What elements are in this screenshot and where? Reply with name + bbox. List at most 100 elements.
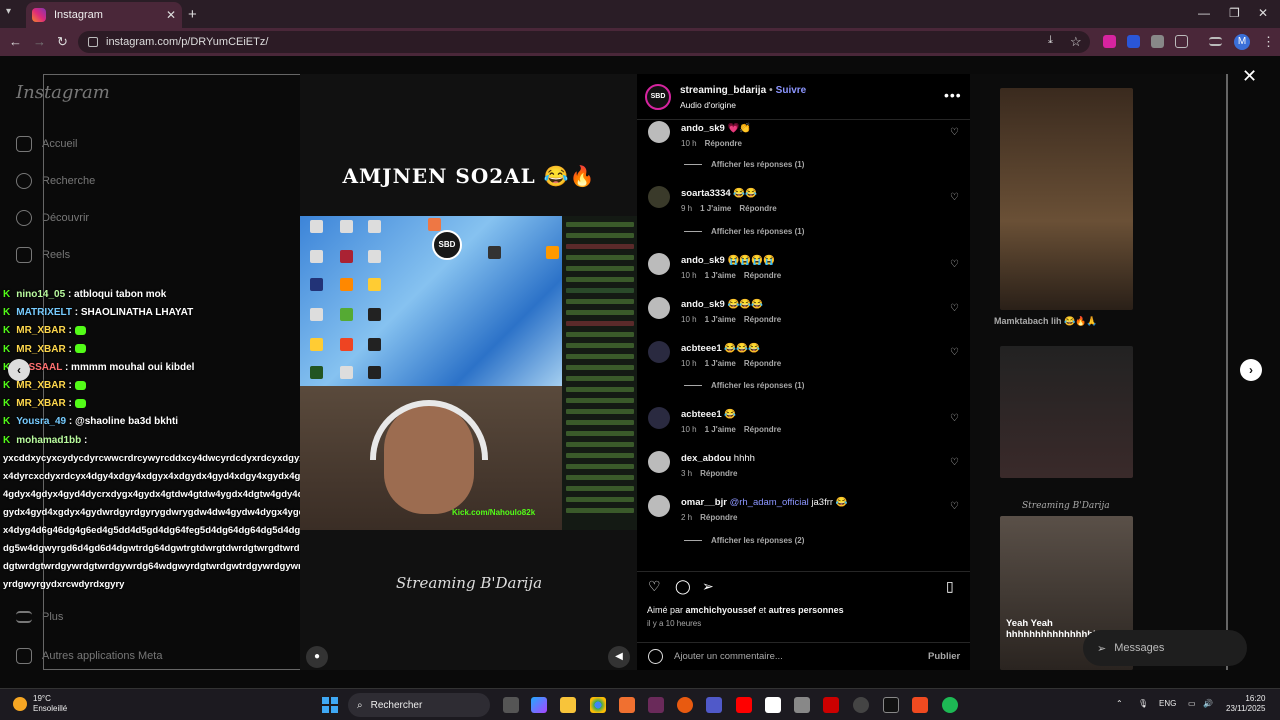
- media-controls-icon[interactable]: [1209, 37, 1222, 46]
- show-replies-button[interactable]: Afficher les réponses (1): [684, 227, 804, 236]
- file-explorer-icon[interactable]: [560, 697, 576, 713]
- volume-icon[interactable]: 🔊: [1203, 699, 1213, 708]
- show-replies-button[interactable]: Afficher les réponses (1): [684, 381, 804, 390]
- reply-button[interactable]: Répondre: [744, 425, 781, 434]
- volume-icon[interactable]: ◀: [608, 646, 630, 668]
- microphone-icon[interactable]: 🎙: [1138, 699, 1148, 708]
- like-comment-icon[interactable]: ♡: [950, 413, 959, 424]
- preview-thumbnail[interactable]: [1000, 88, 1133, 310]
- taskbar-search[interactable]: ⌕ Rechercher: [348, 693, 490, 717]
- show-replies-button[interactable]: Afficher les réponses (1): [684, 160, 804, 169]
- chrome-icon[interactable]: [590, 697, 606, 713]
- app-icon[interactable]: [677, 697, 693, 713]
- comment-username[interactable]: omar__bjr: [681, 497, 727, 508]
- browser-menu-icon[interactable]: ⋮: [1262, 34, 1275, 50]
- app-icon[interactable]: [853, 697, 869, 713]
- extensions-puzzle-icon[interactable]: [1175, 35, 1188, 48]
- liked-by[interactable]: Aimé par amchichyoussef et autres person…: [647, 605, 844, 615]
- comment-username[interactable]: ando_sk9: [681, 123, 725, 134]
- avatar[interactable]: [648, 407, 670, 429]
- avatar[interactable]: [648, 253, 670, 275]
- show-replies-button[interactable]: Afficher les réponses (2): [684, 536, 804, 545]
- like-comment-icon[interactable]: ♡: [950, 192, 959, 203]
- avatar[interactable]: [648, 341, 670, 363]
- system-clock[interactable]: 16:20 23/11/2025: [1226, 694, 1265, 714]
- language-indicator[interactable]: ENG: [1159, 699, 1176, 708]
- reply-button[interactable]: Répondre: [700, 469, 737, 478]
- like-comment-icon[interactable]: ♡: [950, 347, 959, 358]
- site-info-icon[interactable]: [88, 37, 98, 47]
- follow-button[interactable]: Suivre: [776, 85, 807, 96]
- audio-label[interactable]: Audio d'origine: [680, 100, 736, 110]
- comment-username[interactable]: acbteee1: [681, 343, 722, 354]
- like-comment-icon[interactable]: ♡: [950, 127, 959, 138]
- comment-likes[interactable]: 1 J'aime: [705, 271, 736, 280]
- comment-mention[interactable]: @rh_adam_official: [730, 497, 809, 508]
- reply-button[interactable]: Répondre: [700, 513, 737, 522]
- back-icon[interactable]: ←: [9, 34, 22, 49]
- network-icon[interactable]: ▭: [1188, 699, 1196, 708]
- like-icon[interactable]: ♡: [648, 578, 661, 595]
- windows-start-icon[interactable]: [322, 697, 338, 713]
- like-comment-icon[interactable]: ♡: [950, 457, 959, 468]
- tray-overflow-icon[interactable]: ⌃: [1116, 699, 1123, 708]
- avatar[interactable]: [648, 297, 670, 319]
- brave-icon[interactable]: [912, 697, 928, 713]
- task-view-icon[interactable]: [503, 697, 519, 713]
- publish-button[interactable]: Publier: [928, 651, 960, 662]
- like-comment-icon[interactable]: ♡: [950, 501, 959, 512]
- author-avatar[interactable]: SBD: [645, 84, 671, 110]
- spotify-icon[interactable]: [942, 697, 958, 713]
- avatar[interactable]: [648, 186, 670, 208]
- comment-username[interactable]: ando_sk9: [681, 255, 725, 266]
- preview-thumbnail[interactable]: [1000, 346, 1133, 478]
- more-options-icon[interactable]: •••: [944, 87, 962, 103]
- comment-username[interactable]: ando_sk9: [681, 299, 725, 310]
- youtube-icon[interactable]: [736, 697, 752, 713]
- comment-username[interactable]: acbteee1: [681, 409, 722, 420]
- comment-username[interactable]: soarta3334: [681, 188, 731, 199]
- post-video[interactable]: AMJNEN SO2AL 😂🔥 SBD Kick.com/Nahoulo82k …: [300, 74, 638, 670]
- app-icon[interactable]: [648, 697, 664, 713]
- tagged-user-icon[interactable]: ●: [306, 646, 328, 668]
- like-comment-icon[interactable]: ♡: [950, 303, 959, 314]
- netflix-icon[interactable]: [823, 697, 839, 713]
- avatar[interactable]: [648, 121, 670, 143]
- browser-tab-instagram[interactable]: Instagram ✕: [26, 2, 182, 28]
- reply-button[interactable]: Répondre: [739, 204, 776, 213]
- like-comment-icon[interactable]: ♡: [950, 259, 959, 270]
- address-bar[interactable]: instagram.com/p/DRYumCEiETz/: [78, 31, 1090, 53]
- messages-button[interactable]: ➢ Messages: [1083, 630, 1247, 666]
- comment-icon[interactable]: ◯: [675, 578, 691, 595]
- app-icon[interactable]: [765, 697, 781, 713]
- avatar[interactable]: [648, 451, 670, 473]
- extension-icon[interactable]: [1103, 35, 1116, 48]
- app-icon[interactable]: [794, 697, 810, 713]
- comment-likes[interactable]: 1 J'aime: [700, 204, 731, 213]
- comment-input[interactable]: Ajouter un commentaire...: [674, 651, 783, 662]
- reply-button[interactable]: Répondre: [744, 315, 781, 324]
- comment-username[interactable]: dex_abdou: [681, 453, 731, 464]
- reload-icon[interactable]: ↻: [57, 34, 68, 50]
- save-bookmark-icon[interactable]: ▯: [946, 578, 954, 595]
- bookmark-star-icon[interactable]: ☆: [1070, 34, 1082, 50]
- reply-button[interactable]: Répondre: [744, 271, 781, 280]
- tab-list-icon[interactable]: ▾: [6, 6, 11, 17]
- emoji-icon[interactable]: [648, 649, 663, 664]
- new-tab-icon[interactable]: +: [188, 6, 197, 23]
- share-icon[interactable]: ➢: [702, 578, 714, 595]
- next-post-preview[interactable]: Mamktabach lih 😂🔥🙏 Streaming B'Darija Ye…: [970, 74, 1226, 670]
- avatar[interactable]: [648, 495, 670, 517]
- extension-icon[interactable]: [1127, 35, 1140, 48]
- app-icon[interactable]: [619, 697, 635, 713]
- install-app-icon[interactable]: ⤓: [1048, 34, 1053, 47]
- restore-icon[interactable]: ❐: [1229, 6, 1240, 20]
- reply-button[interactable]: Répondre: [744, 359, 781, 368]
- forward-icon[interactable]: →: [33, 34, 46, 49]
- teams-icon[interactable]: [706, 697, 722, 713]
- reply-button[interactable]: Répondre: [705, 139, 742, 148]
- weather-widget[interactable]: 19°C Ensoleillé: [13, 694, 67, 714]
- extension-icon[interactable]: [1151, 35, 1164, 48]
- comment-likes[interactable]: 1 J'aime: [705, 315, 736, 324]
- author-username[interactable]: streaming_bdarija: [680, 85, 766, 96]
